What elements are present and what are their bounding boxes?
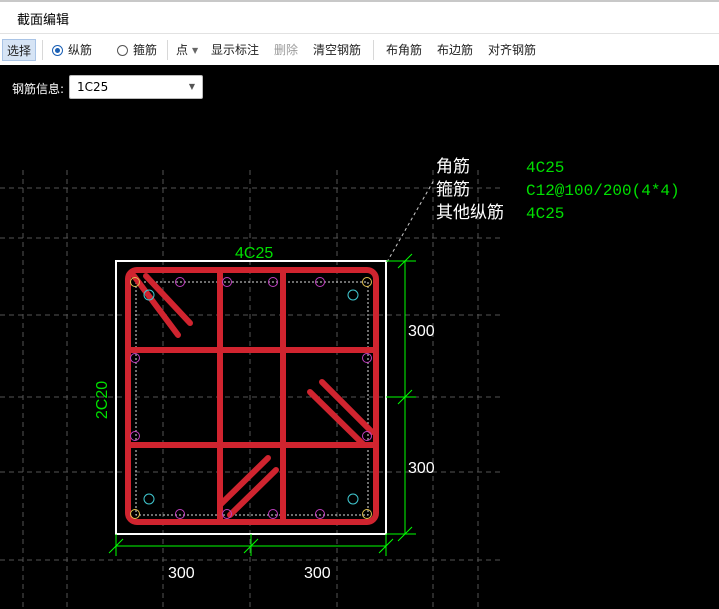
dim-bottom-right: 300 [304, 565, 331, 582]
radio-checked-icon [52, 45, 63, 56]
longitudinal-radio[interactable]: 纵筋 [52, 39, 92, 61]
legend-corner-value: 4C25 [526, 159, 564, 177]
edge-rebar[interactable] [268, 509, 278, 519]
cover-line [135, 281, 369, 516]
point-dropdown[interactable]: 点 ▼ [176, 39, 198, 61]
edge-rebar[interactable] [130, 353, 140, 363]
side-rebar-label[interactable]: 2C20 [94, 381, 111, 419]
edge-rebar[interactable] [315, 509, 325, 519]
delete-button[interactable]: 删除 [274, 39, 298, 61]
title-bar: 截面编辑 [0, 0, 719, 33]
legend-corner-label: 角筋 [436, 157, 470, 177]
align-rebar-button[interactable]: 对齐钢筋 [488, 39, 536, 61]
inner-rebar[interactable] [347, 289, 359, 301]
point-label: 点 [176, 43, 189, 57]
dim-right-bottom: 300 [408, 460, 435, 477]
edge-rebar-button[interactable]: 布边筋 [437, 39, 473, 61]
stirrup-radio[interactable]: 箍筋 [117, 39, 157, 61]
edge-rebar[interactable] [222, 277, 232, 287]
show-label-button[interactable]: 显示标注 [211, 39, 259, 61]
rebar-legend[interactable]: 角筋 4C25 箍筋 C12@100/200(4*4) 其他纵筋 4C25 [436, 157, 680, 223]
legend-stirrup-label: 箍筋 [436, 180, 470, 200]
edge-rebar[interactable] [362, 431, 372, 441]
dim-right-top: 300 [408, 323, 435, 340]
grid [0, 170, 500, 609]
legend-other-label: 其他纵筋 [436, 203, 504, 223]
edge-rebar[interactable] [175, 509, 185, 519]
dim-bottom-left: 300 [168, 565, 195, 582]
stirrup-label: 箍筋 [133, 43, 158, 57]
chevron-down-icon: ▼ [192, 46, 199, 55]
window-title: 截面编辑 [17, 13, 70, 28]
toolbar-divider [42, 40, 43, 60]
radio-unchecked-icon [117, 45, 128, 56]
edge-rebar[interactable] [362, 353, 372, 363]
inner-rebar[interactable] [143, 493, 155, 505]
top-rebar-label[interactable]: 4C25 [235, 245, 273, 262]
toolbar: 选择 纵筋 箍筋 点 ▼ 显示标注 删除 清空钢筋 布角筋 布边筋 对齐钢筋 [0, 33, 719, 65]
corner-rebar[interactable] [362, 277, 372, 287]
leader-line [386, 179, 435, 263]
section-canvas[interactable]: 4C25 2C20 300 300 300 300 角筋 4C25 箍筋 C12… [0, 65, 719, 609]
corner-rebar[interactable] [362, 509, 372, 519]
toolbar-divider [373, 40, 374, 60]
legend-stirrup-value: C12@100/200(4*4) [526, 182, 680, 200]
stirrups[interactable] [125, 267, 379, 525]
clear-rebar-button[interactable]: 清空钢筋 [313, 39, 361, 61]
corner-rebar[interactable] [130, 509, 140, 519]
edge-rebar[interactable] [130, 431, 140, 441]
select-button[interactable]: 选择 [2, 39, 36, 61]
toolbar-divider [167, 40, 168, 60]
longitudinal-label: 纵筋 [68, 43, 93, 57]
inner-rebar[interactable] [347, 493, 359, 505]
legend-other-value: 4C25 [526, 205, 564, 223]
corner-rebar-button[interactable]: 布角筋 [386, 39, 422, 61]
